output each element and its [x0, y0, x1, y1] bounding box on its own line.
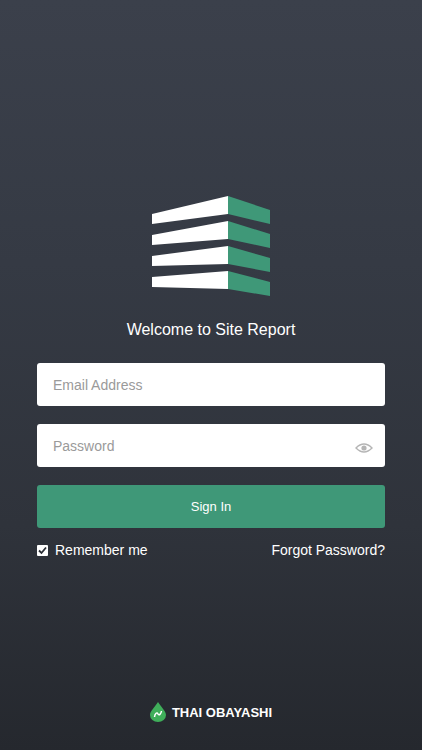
email-field[interactable]	[37, 363, 385, 406]
sign-in-button[interactable]: Sign In	[37, 485, 385, 528]
email-input[interactable]	[51, 376, 373, 394]
background-photo: Welcome to Site Report Sign In Remember me…	[0, 0, 422, 750]
password-field[interactable]	[37, 424, 385, 467]
app-logo-icon	[152, 192, 270, 296]
options-row: Remember me Forgot Password?	[37, 542, 385, 558]
eye-icon[interactable]	[355, 440, 373, 452]
remember-me[interactable]: Remember me	[37, 542, 148, 558]
brand-drop-icon	[150, 702, 166, 722]
forgot-password-link[interactable]: Forgot Password?	[271, 542, 385, 558]
welcome-title: Welcome to Site Report	[127, 320, 296, 340]
remember-checkbox[interactable]	[37, 545, 48, 556]
remember-label[interactable]: Remember me	[55, 542, 148, 558]
footer-brand: THAI OBAYASHI	[150, 702, 272, 722]
password-input[interactable]	[51, 437, 355, 455]
brand-name: THAI OBAYASHI	[172, 705, 272, 720]
